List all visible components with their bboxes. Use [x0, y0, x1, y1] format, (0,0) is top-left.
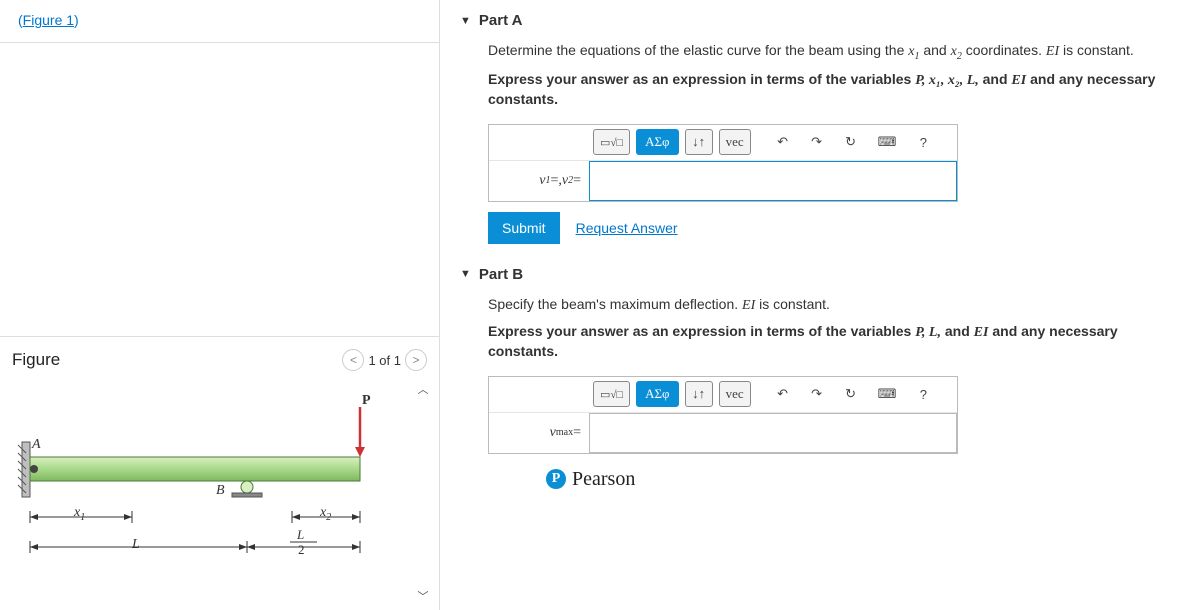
toolbar-a: ▭√□ ΑΣφ ↓↑ vec ↶ ↷ ↻ ⌨ ?: [489, 125, 957, 161]
label-B: B: [216, 483, 225, 499]
answer-box-b: ▭√□ ΑΣφ ↓↑ vec ↶ ↷ ↻ ⌨ ? vmax =: [488, 376, 958, 454]
answer-label-a: v1 =, v2 =: [489, 161, 589, 201]
greek-button[interactable]: ΑΣφ: [636, 381, 678, 407]
pearson-logo-icon: P: [546, 469, 566, 489]
scroll-down-icon[interactable]: ﹀: [415, 588, 431, 604]
label-Lhalf-den: 2: [298, 542, 305, 558]
vec-button[interactable]: vec: [719, 381, 751, 407]
help-button[interactable]: ?: [909, 129, 937, 155]
caret-down-icon: ▼: [460, 268, 471, 280]
answer-box-a: ▭√□ ΑΣφ ↓↑ vec ↶ ↷ ↻ ⌨ ? v1 =, v2 =: [488, 124, 958, 202]
template-button[interactable]: ▭√□: [593, 381, 630, 407]
vec-button[interactable]: vec: [719, 129, 751, 155]
greek-button[interactable]: ΑΣφ: [636, 129, 678, 155]
submit-button-a[interactable]: Submit: [488, 212, 560, 244]
label-x2: x2: [320, 505, 331, 523]
part-a-prompt-1: Determine the equations of the elastic c…: [488, 41, 1190, 64]
keyboard-button[interactable]: ⌨: [871, 129, 904, 155]
subscript-button[interactable]: ↓↑: [685, 381, 713, 407]
part-b-header[interactable]: ▼ Part B: [460, 262, 1190, 295]
template-button[interactable]: ▭√□: [593, 129, 630, 155]
answer-label-b: vmax =: [489, 413, 589, 453]
label-Lhalf-num: L: [297, 527, 304, 543]
label-x1: x1: [74, 505, 85, 523]
subscript-button[interactable]: ↓↑: [685, 129, 713, 155]
spacer: [0, 43, 439, 336]
caret-down-icon: ▼: [460, 15, 471, 27]
undo-button[interactable]: ↶: [769, 381, 797, 407]
figure-title: Figure: [12, 350, 60, 370]
reset-button[interactable]: ↻: [837, 381, 865, 407]
pearson-name: Pearson: [572, 468, 635, 491]
request-answer-link-a[interactable]: Request Answer: [576, 220, 678, 236]
part-b-title: Part B: [479, 266, 523, 283]
figure-reference: (Figure 1): [0, 0, 439, 43]
label-L: L: [132, 537, 140, 553]
answer-input-a[interactable]: [589, 161, 957, 201]
answer-input-b[interactable]: [589, 413, 957, 453]
reset-button[interactable]: ↻: [837, 129, 865, 155]
figure-pager: < 1 of 1 >: [342, 349, 427, 371]
label-A: A: [32, 437, 41, 453]
pager-prev-button[interactable]: <: [342, 349, 364, 371]
help-button[interactable]: ?: [909, 381, 937, 407]
figure-diagram: P A B x1 x2 L L 2: [12, 387, 382, 577]
part-a-title: Part A: [479, 12, 523, 29]
label-P: P: [362, 393, 371, 409]
keyboard-button[interactable]: ⌨: [871, 381, 904, 407]
undo-button[interactable]: ↶: [769, 129, 797, 155]
part-a-prompt-2: Express your answer as an expression in …: [488, 70, 1190, 110]
pager-label: 1 of 1: [368, 353, 401, 368]
redo-button[interactable]: ↷: [803, 381, 831, 407]
part-b-prompt-2: Express your answer as an expression in …: [488, 322, 1190, 362]
part-a-header[interactable]: ▼ Part A: [460, 8, 1190, 41]
toolbar-b: ▭√□ ΑΣφ ↓↑ vec ↶ ↷ ↻ ⌨ ?: [489, 377, 957, 413]
pager-next-button[interactable]: >: [405, 349, 427, 371]
redo-button[interactable]: ↷: [803, 129, 831, 155]
scroll-up-icon[interactable]: ︿: [415, 381, 431, 397]
figure-link[interactable]: (Figure 1): [18, 12, 79, 28]
pearson-brand: P Pearson: [546, 468, 1190, 491]
part-b-prompt-1: Specify the beam's maximum deflection. E…: [488, 295, 1190, 316]
